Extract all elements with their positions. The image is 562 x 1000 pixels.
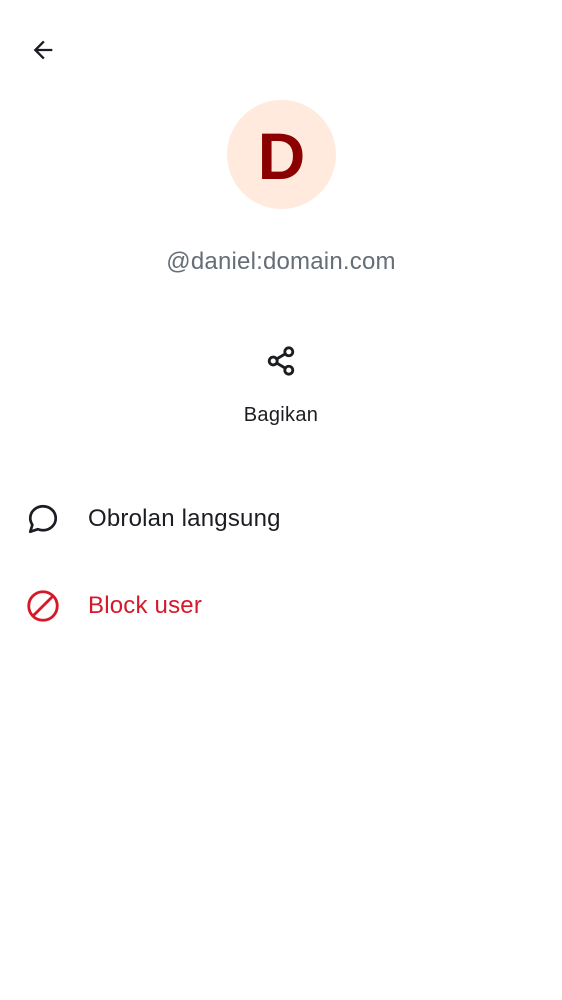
direct-chat-label: Obrolan langsung [88, 505, 281, 532]
share-label: Bagikan [243, 404, 319, 426]
avatar-initial: D [257, 118, 306, 193]
user-id: @daniel:domain.com [166, 248, 396, 275]
share-button[interactable]: Bagikan [221, 334, 341, 440]
avatar: D [227, 100, 336, 209]
direct-chat-item[interactable]: Obrolan langsung [0, 483, 562, 555]
chat-bubble-icon [25, 501, 61, 537]
share-icon [267, 346, 295, 376]
block-user-item[interactable]: Block user [0, 570, 562, 642]
block-user-label: Block user [88, 592, 203, 619]
block-icon [25, 588, 61, 624]
arrow-left-icon [33, 40, 53, 60]
back-button[interactable] [19, 26, 67, 74]
